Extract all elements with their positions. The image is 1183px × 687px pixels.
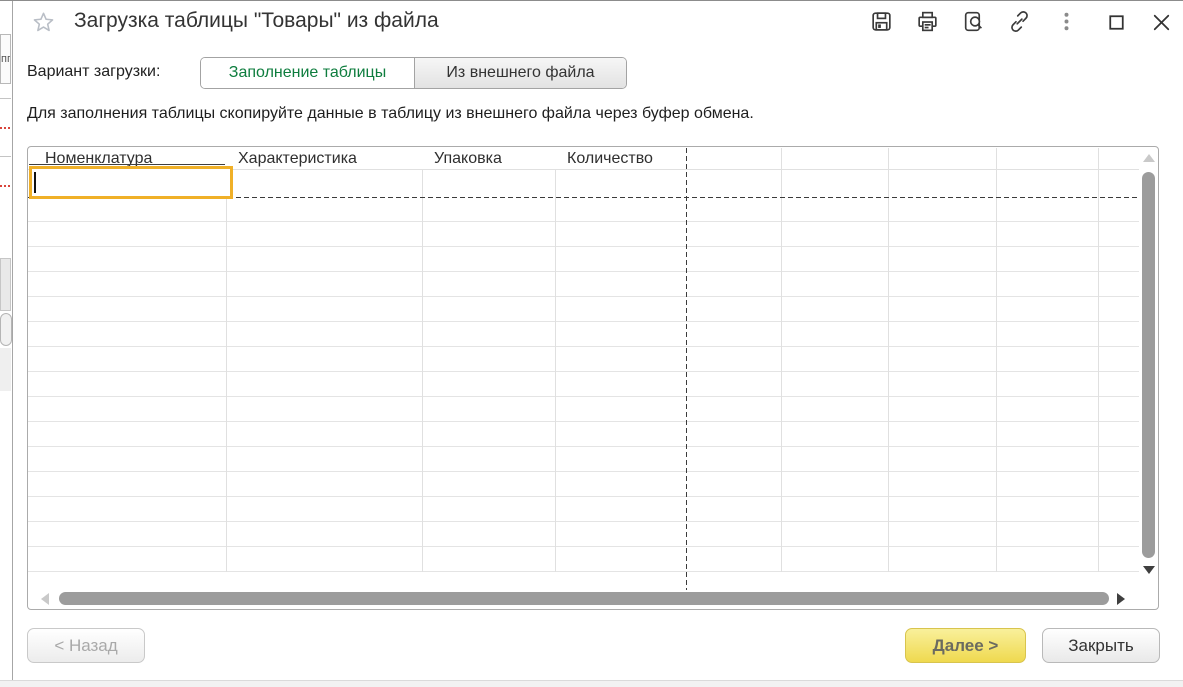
current-column-underline bbox=[29, 164, 225, 165]
column-divider bbox=[1098, 148, 1099, 572]
background-panel bbox=[0, 348, 11, 391]
background-panel bbox=[0, 258, 11, 311]
dialog-window: пг Загрузка таблицы "Товары" из файла bbox=[0, 0, 1183, 687]
page-title: Загрузка таблицы "Товары" из файла bbox=[74, 9, 439, 33]
save-button[interactable] bbox=[869, 9, 894, 34]
column-header-packaging[interactable]: Упаковка bbox=[434, 150, 502, 169]
background-divider bbox=[0, 98, 11, 99]
column-divider bbox=[422, 169, 423, 572]
text-caret bbox=[34, 172, 36, 193]
horizontal-scrollbar-thumb[interactable] bbox=[59, 592, 1109, 605]
load-variant-label: Вариант загрузки: bbox=[27, 63, 160, 81]
more-icon bbox=[1054, 9, 1079, 34]
background-required-mark bbox=[0, 127, 11, 129]
empty-rows bbox=[28, 197, 1139, 572]
scroll-left-arrow[interactable] bbox=[41, 593, 49, 605]
link-icon bbox=[1007, 9, 1032, 34]
close-button[interactable]: Закрыть bbox=[1042, 628, 1160, 663]
preview-icon bbox=[961, 9, 986, 34]
data-area-dashed-boundary bbox=[686, 148, 687, 590]
scroll-down-arrow[interactable] bbox=[1143, 566, 1155, 574]
maximize-button[interactable] bbox=[1104, 10, 1129, 35]
hint-text: Для заполнения таблицы скопируйте данные… bbox=[27, 105, 754, 123]
link-button[interactable] bbox=[1007, 9, 1032, 34]
background-divider bbox=[0, 156, 11, 157]
print-icon bbox=[915, 9, 940, 34]
favorite-star-button[interactable] bbox=[31, 10, 56, 35]
column-header-quantity[interactable]: Количество bbox=[567, 150, 653, 169]
close-icon bbox=[1149, 10, 1174, 35]
back-button[interactable]: < Назад bbox=[27, 628, 145, 663]
column-header-characteristic[interactable]: Характеристика bbox=[238, 150, 357, 169]
tab-fill-table[interactable]: Заполнение таблицы bbox=[201, 58, 415, 88]
close-window-button[interactable] bbox=[1149, 10, 1174, 35]
maximize-icon bbox=[1104, 10, 1129, 35]
column-divider bbox=[781, 148, 782, 572]
print-button[interactable] bbox=[915, 9, 940, 34]
next-button[interactable]: Далее > bbox=[905, 628, 1026, 663]
tab-from-external-file[interactable]: Из внешнего файла bbox=[415, 58, 626, 88]
favorite-star-icon bbox=[31, 10, 56, 35]
column-divider bbox=[226, 169, 227, 572]
background-fragment-text: пг bbox=[1, 53, 11, 65]
background-button-fragment bbox=[0, 313, 12, 346]
column-divider bbox=[555, 169, 556, 572]
background-required-mark bbox=[0, 185, 11, 187]
scroll-up-arrow[interactable] bbox=[1143, 154, 1155, 162]
background-fragment-box: пг bbox=[0, 34, 11, 84]
vertical-scrollbar-thumb[interactable] bbox=[1142, 172, 1155, 558]
selected-cell-nomenclature[interactable] bbox=[29, 166, 233, 199]
scroll-right-arrow[interactable] bbox=[1117, 593, 1125, 605]
footer-strip bbox=[0, 680, 1183, 687]
goods-table[interactable]: Номенклатура Характеристика Упаковка Кол… bbox=[27, 146, 1159, 610]
column-divider bbox=[996, 148, 997, 572]
background-window-fragment: пг bbox=[0, 1, 13, 687]
save-icon bbox=[869, 9, 894, 34]
preview-button[interactable] bbox=[961, 9, 986, 34]
column-divider bbox=[888, 148, 889, 572]
more-button[interactable] bbox=[1054, 9, 1079, 34]
load-variant-switch: Заполнение таблицы Из внешнего файла bbox=[200, 57, 627, 89]
